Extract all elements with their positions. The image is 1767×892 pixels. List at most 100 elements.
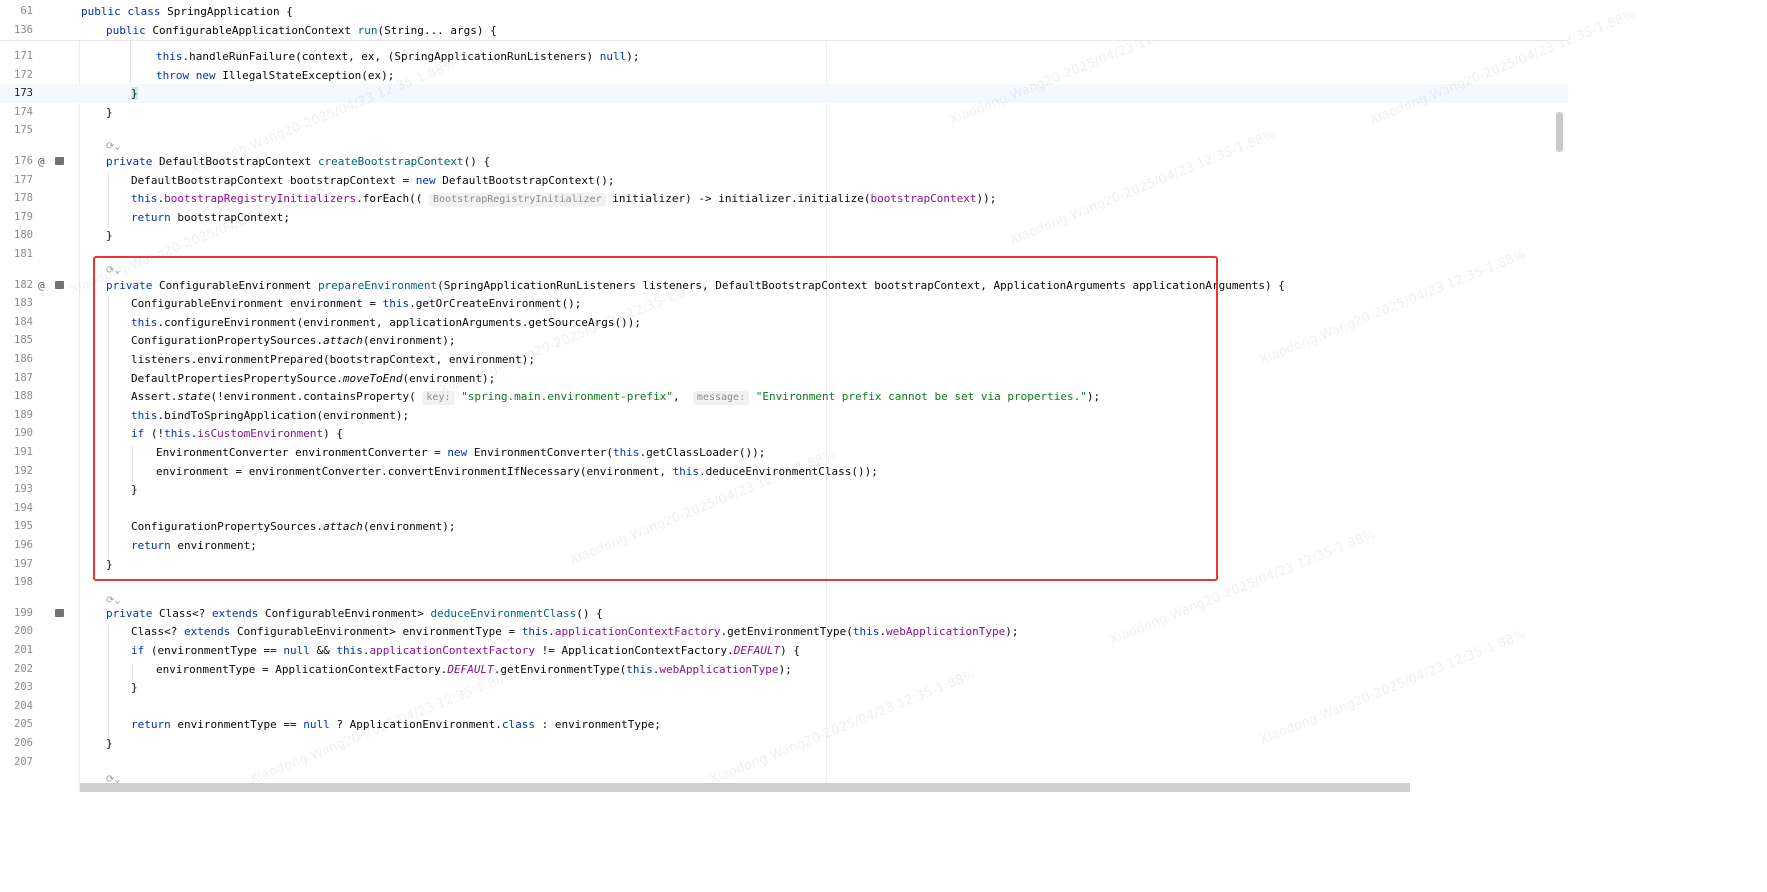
code-text[interactable]: Assert.state(!environment.containsProper… (131, 387, 1100, 406)
line-number[interactable]: 192 (0, 462, 33, 481)
code-line[interactable]: 188 Assert.state(!environment.containsPro… (0, 387, 1568, 406)
line-number[interactable]: 195 (0, 517, 33, 536)
code-text[interactable]: } (131, 84, 138, 103)
code-line[interactable]: 195 ConfigurationPropertySources.attach(e… (0, 517, 1568, 536)
line-number[interactable]: 61 (0, 2, 33, 21)
code-line[interactable]: 205 return environmentType == null ? Appl… (0, 715, 1568, 734)
code-line[interactable]: 174} (0, 103, 1568, 122)
code-text[interactable]: EnvironmentConverter environmentConverte… (156, 443, 765, 462)
annotation-gutter-icon[interactable]: @ (38, 279, 45, 292)
code-text[interactable]: this.bootstrapRegistryInitializers.forEa… (131, 189, 996, 208)
sticky-line[interactable]: 61 public class SpringApplication { (0, 2, 1568, 21)
line-number[interactable]: 203 (0, 678, 33, 697)
code-line[interactable]: 194 (0, 499, 1568, 518)
code-text[interactable]: this.configureEnvironment(environment, a… (131, 313, 641, 332)
code-line[interactable]: 171 this.handleRunFailure(context, ex, (S… (0, 47, 1568, 66)
method-gutter-icon[interactable] (55, 157, 64, 165)
code-line[interactable]: 196 return environment; (0, 536, 1568, 555)
code-text[interactable]: ConfigurationPropertySources.attach(envi… (131, 517, 456, 536)
line-number[interactable]: 188 (0, 387, 33, 406)
line-number[interactable]: 206 (0, 734, 33, 753)
code-text[interactable]: } (106, 226, 113, 245)
code-text[interactable]: environment = environmentConverter.conve… (156, 462, 878, 481)
code-line[interactable]: 198 (0, 573, 1568, 592)
code-line[interactable]: 199 private Class<? extends ConfigurableE… (0, 604, 1568, 623)
code-text[interactable]: private Class<? extends ConfigurableEnvi… (106, 604, 603, 623)
code-line[interactable]: 173} (0, 84, 1568, 104)
code-line[interactable]: 204 (0, 697, 1568, 716)
line-number[interactable]: 176 (0, 152, 33, 171)
code-line[interactable]: 190 if (!this.isCustomEnvironment) { (0, 424, 1568, 443)
line-number[interactable]: 202 (0, 660, 33, 679)
code-text[interactable]: ConfigurationPropertySources.attach(envi… (131, 331, 456, 350)
code-line[interactable]: 187 DefaultPropertiesPropertySource.moveT… (0, 369, 1568, 388)
code-line[interactable]: 201 if (environmentType == null && this.a… (0, 641, 1568, 660)
code-line[interactable]: 181 (0, 245, 1568, 264)
code-text[interactable]: public ConfigurableApplicationContext ru… (106, 21, 497, 40)
code-text[interactable]: private ConfigurableEnvironment prepareE… (106, 276, 1285, 295)
code-line[interactable]: 197} (0, 555, 1568, 574)
line-number[interactable]: 200 (0, 622, 33, 641)
line-number[interactable]: 172 (0, 66, 33, 85)
code-text[interactable]: } (106, 103, 113, 122)
line-number[interactable]: 207 (0, 753, 33, 772)
line-number[interactable]: 205 (0, 715, 33, 734)
line-number[interactable]: 186 (0, 350, 33, 369)
code-text[interactable]: return environment; (131, 536, 257, 555)
code-text[interactable]: } (131, 480, 138, 499)
line-number[interactable]: 185 (0, 331, 33, 350)
line-number[interactable]: 194 (0, 499, 33, 518)
code-text[interactable]: DefaultPropertiesPropertySource.moveToEn… (131, 369, 495, 388)
code-line[interactable]: 178 this.bootstrapRegistryInitializers.fo… (0, 189, 1568, 208)
code-text[interactable]: this.bindToSpringApplication(environment… (131, 406, 409, 425)
code-text[interactable]: return environmentType == null ? Applica… (131, 715, 661, 734)
code-line[interactable]: 172 throw new IllegalStateException(ex); (0, 66, 1568, 85)
line-number[interactable]: 187 (0, 369, 33, 388)
code-text[interactable]: throw new IllegalStateException(ex); (156, 66, 394, 85)
code-line[interactable]: 207 (0, 753, 1568, 772)
code-text[interactable]: } (131, 678, 138, 697)
line-number[interactable]: 180 (0, 226, 33, 245)
code-line[interactable]: 192 environment = environmentConverter.co… (0, 462, 1568, 481)
code-text[interactable]: if (environmentType == null && this.appl… (131, 641, 800, 660)
code-text[interactable]: } (106, 734, 113, 753)
code-text[interactable]: Class<? extends ConfigurableEnvironment>… (131, 622, 1019, 641)
code-text[interactable]: } (106, 555, 113, 574)
line-number[interactable]: 198 (0, 573, 33, 592)
code-line[interactable]: 189 this.bindToSpringApplication(environm… (0, 406, 1568, 425)
line-number[interactable]: 179 (0, 208, 33, 227)
code-editor[interactable]: ⟳⌄ ⟳⌄ ⟳⌄ ⟳⌄ 171 this.handleRunFailure(con… (0, 0, 1638, 792)
annotation-gutter-icon[interactable]: @ (38, 155, 45, 168)
line-number[interactable]: 181 (0, 245, 33, 264)
code-line[interactable]: 175 (0, 121, 1568, 140)
code-line[interactable]: 200 Class<? extends ConfigurableEnvironme… (0, 622, 1568, 641)
code-line[interactable]: 185 ConfigurationPropertySources.attach(e… (0, 331, 1568, 350)
code-text[interactable]: if (!this.isCustomEnvironment) { (131, 424, 343, 443)
line-number[interactable]: 184 (0, 313, 33, 332)
code-line[interactable]: 182 @ private ConfigurableEnvironment prep… (0, 276, 1568, 295)
code-text[interactable]: ConfigurableEnvironment environment = th… (131, 294, 581, 313)
code-line[interactable]: 203} (0, 678, 1568, 697)
code-line[interactable]: 191 EnvironmentConverter environmentConve… (0, 443, 1568, 462)
code-text[interactable]: return bootstrapContext; (131, 208, 290, 227)
line-number[interactable]: 175 (0, 121, 33, 140)
line-number[interactable]: 204 (0, 697, 33, 716)
line-number[interactable]: 196 (0, 536, 33, 555)
method-gutter-icon[interactable] (55, 608, 64, 617)
line-number[interactable]: 191 (0, 443, 33, 462)
line-number[interactable]: 189 (0, 406, 33, 425)
line-number[interactable]: 197 (0, 555, 33, 574)
line-number[interactable]: 183 (0, 294, 33, 313)
line-number[interactable]: 193 (0, 480, 33, 499)
sticky-line[interactable]: 136 public ConfigurableApplicationContext… (0, 21, 1568, 40)
code-line[interactable]: 176 @ private DefaultBootstrapContext crea… (0, 152, 1568, 171)
sticky-scroll-header[interactable]: 61 public class SpringApplication {136 pub… (0, 0, 1568, 41)
line-number[interactable]: 182 (0, 276, 33, 295)
code-line[interactable]: 202 environmentType = ApplicationContextF… (0, 660, 1568, 679)
line-number[interactable]: 201 (0, 641, 33, 660)
method-gutter-icon[interactable] (55, 280, 64, 289)
line-number[interactable]: 173 (0, 84, 33, 103)
code-line[interactable]: 186 listeners.environmentPrepared(bootstr… (0, 350, 1568, 369)
code-text[interactable]: DefaultBootstrapContext bootstrapContext… (131, 171, 614, 190)
code-line[interactable]: 179 return bootstrapContext; (0, 208, 1568, 227)
